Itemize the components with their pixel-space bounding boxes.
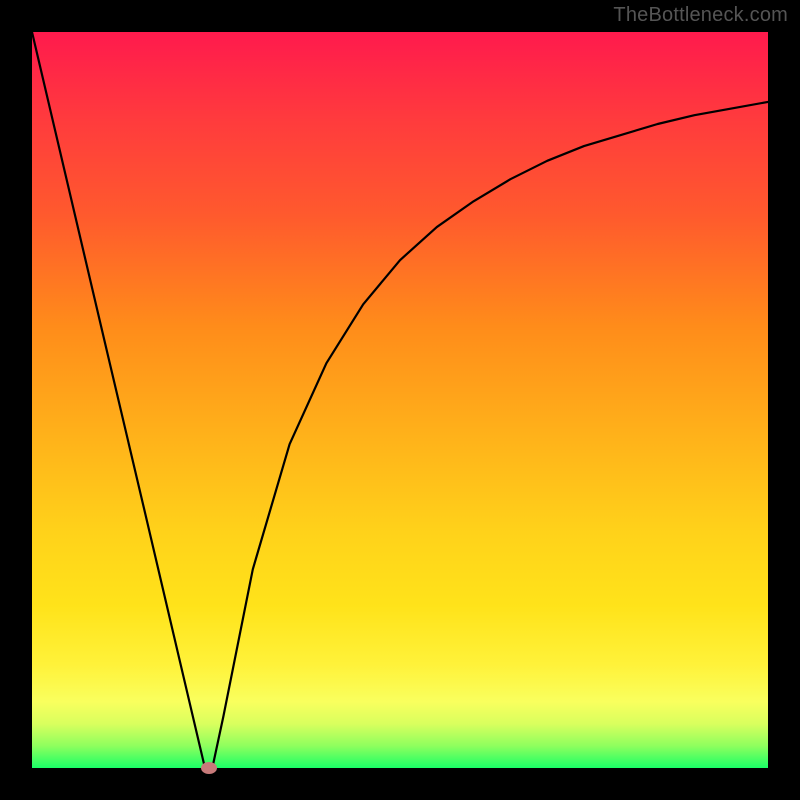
bottleneck-curve — [32, 32, 768, 768]
chart-frame: TheBottleneck.com — [0, 0, 800, 800]
credit-text: TheBottleneck.com — [613, 4, 788, 27]
plot-area — [32, 32, 768, 768]
min-point-marker — [201, 762, 217, 774]
